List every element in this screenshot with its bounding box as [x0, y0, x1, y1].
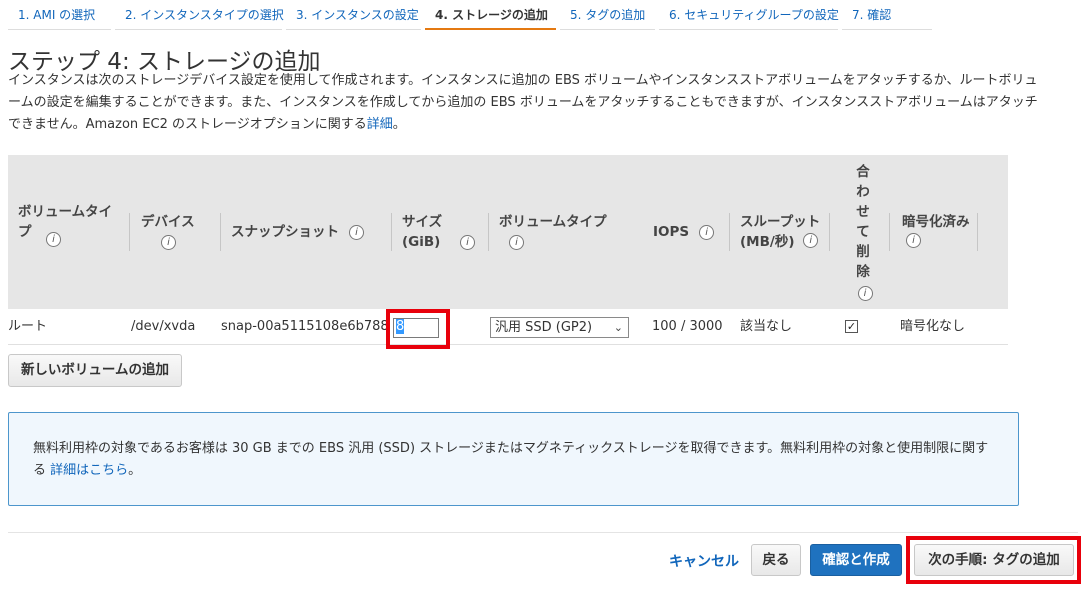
info-icon[interactable]: i [857, 285, 873, 301]
storage-table: ボリュームタイプ i デバイス i スナップショット i サイズ (GiB) i… [8, 155, 1008, 349]
description-end: 。 [392, 117, 406, 132]
header-iops: IOPS i [643, 155, 730, 309]
header-volume-type-select: ボリュームタイプ i [489, 155, 643, 309]
header-iops-label: IOPS [653, 224, 690, 240]
description-text: インスタンスは次のストレージデバイス設定を使用して作成されます。インスタンスに追… [8, 73, 1038, 132]
back-button[interactable]: 戻る [751, 544, 801, 576]
notice-link[interactable]: 詳細はこちら [50, 463, 128, 478]
free-tier-notice: 無料利用枠の対象であるお客様は 30 GB までの EBS 汎用 (SSD) ス… [8, 412, 1019, 506]
wizard-steps: 1. AMI の選択 2. インスタンスタイプの選択 3. インスタンスの設定 … [8, 0, 936, 30]
notice-text: 無料利用枠の対象であるお客様は 30 GB までの EBS 汎用 (SSD) ス… [33, 441, 989, 478]
info-icon[interactable]: i [161, 234, 176, 250]
header-encryption: 暗号化済み i [890, 155, 978, 309]
cancel-link[interactable]: キャンセル [669, 551, 739, 571]
chevron-down-icon: ⌄ [613, 321, 623, 334]
highlight-size-box [386, 309, 450, 349]
step-security-group[interactable]: 6. セキュリティグループの設定 [659, 0, 839, 30]
header-encryption-label: 暗号化済み [902, 214, 970, 230]
step-add-tags[interactable]: 5. タグの追加 [560, 0, 655, 30]
notice-end: 。 [128, 463, 142, 478]
page-description: インスタンスは次のストレージデバイス設定を使用して作成されます。インスタンスに追… [8, 70, 1048, 136]
details-link[interactable]: 詳細 [367, 117, 393, 132]
step-ami[interactable]: 1. AMI の選択 [8, 0, 111, 30]
cell-iops: 100 / 3000 [652, 319, 723, 334]
step-instance-type[interactable]: 2. インスタンスタイプの選択 [115, 0, 284, 30]
header-volume-type-select-label: ボリュームタイプ [499, 214, 607, 230]
info-icon[interactable]: i [906, 232, 921, 248]
step-configure-instance[interactable]: 3. インスタンスの設定 [286, 0, 421, 30]
header-volume-type: ボリュームタイプ i [18, 155, 130, 309]
review-and-launch-button[interactable]: 確認と作成 [810, 544, 902, 576]
step-add-storage[interactable]: 4. ストレージの追加 [425, 0, 556, 30]
footer-divider [8, 532, 1078, 533]
header-volume-type-label: ボリュームタイプ [18, 204, 113, 240]
header-device: デバイス i [131, 155, 221, 309]
header-delete-on-termination: 合わせて削除 i [840, 155, 890, 309]
delete-on-termination-checkbox[interactable]: ✓ [845, 320, 858, 333]
volume-type-select[interactable]: 汎用 SSD (GP2) ⌄ [490, 317, 629, 338]
info-icon[interactable]: i [803, 232, 819, 248]
header-delete-label: 合わせて削除 [856, 164, 870, 280]
cell-encryption: 暗号化なし [900, 319, 966, 334]
highlight-next-box [906, 536, 1081, 584]
cell-snapshot: snap-00a5115108e6b788 [221, 319, 386, 334]
info-icon[interactable]: i [349, 224, 364, 240]
header-snapshot-label: スナップショット [231, 224, 339, 240]
cell-volume-type: ルート [8, 319, 48, 334]
table-header: ボリュームタイプ i デバイス i スナップショット i サイズ (GiB) i… [8, 155, 1008, 309]
step-review[interactable]: 7. 確認 [842, 0, 932, 30]
info-icon[interactable]: i [46, 231, 61, 247]
info-icon[interactable]: i [460, 234, 475, 250]
header-device-label: デバイス [141, 214, 195, 230]
info-icon[interactable]: i [509, 234, 524, 250]
table-row: ルート /dev/xvda snap-00a5115108e6b788 8 汎用… [8, 309, 1008, 349]
header-throughput: スループット (MB/秒) i [730, 155, 830, 309]
volume-type-select-value: 汎用 SSD (GP2) [495, 320, 593, 335]
add-volume-button[interactable]: 新しいボリュームの追加 [8, 354, 182, 387]
cell-throughput: 該当なし [740, 319, 793, 334]
header-size: サイズ (GiB) i [392, 155, 489, 309]
info-icon[interactable]: i [699, 224, 715, 240]
header-size-label: サイズ (GiB) [402, 214, 443, 250]
cell-device: /dev/xvda [131, 319, 196, 334]
header-snapshot: スナップショット i [221, 155, 392, 309]
